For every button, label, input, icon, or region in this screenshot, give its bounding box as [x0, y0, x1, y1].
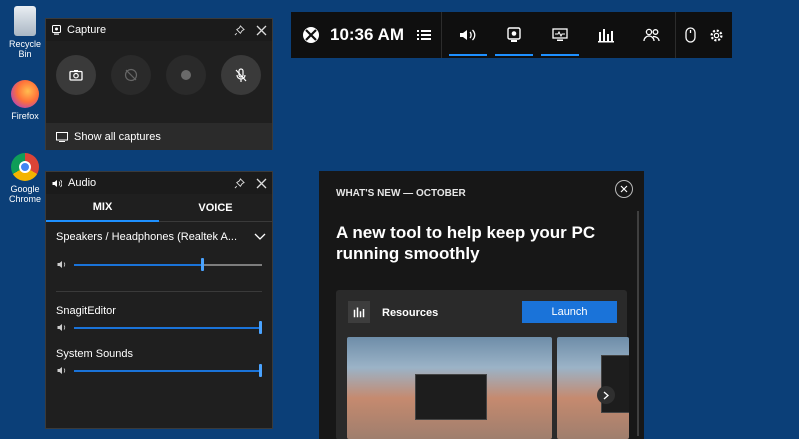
whats-new-close-button[interactable]	[615, 180, 633, 198]
pin-icon	[234, 24, 245, 35]
carousel-next-button[interactable]	[597, 386, 615, 404]
close-icon	[620, 185, 628, 193]
firefox-icon	[11, 80, 39, 108]
tab-voice[interactable]: VOICE	[159, 194, 272, 222]
system-sounds-volume-thumb[interactable]	[259, 364, 262, 377]
screenshot-button[interactable]	[56, 55, 96, 95]
resources-card-title: Resources	[382, 307, 439, 319]
close-icon	[256, 178, 266, 188]
desktop-icon-chrome[interactable]: Google Chrome	[2, 153, 48, 204]
output-device-dropdown[interactable]: Speakers / Headphones (Realtek A...	[56, 228, 266, 246]
speaker-small-icon	[57, 324, 66, 331]
pin-button[interactable]	[228, 172, 250, 194]
recycle-bin-icon	[14, 6, 36, 36]
whats-new-headline: A new tool to help keep your PC running …	[336, 223, 596, 263]
app-name-system-sounds: System Sounds	[56, 348, 134, 360]
whats-new-panel: WHAT'S NEW — OCTOBER A new tool to help …	[319, 171, 644, 439]
people-icon	[643, 28, 660, 42]
close-icon	[256, 25, 266, 35]
close-button[interactable]	[250, 172, 272, 194]
tab-mix-label: MIX	[92, 201, 113, 213]
mic-toggle-button[interactable]	[221, 55, 261, 95]
preview-image-2	[557, 337, 629, 439]
recycle-bin-label: Recycle Bin	[8, 39, 41, 59]
capture-icon	[52, 25, 61, 35]
capture-title: Capture	[67, 24, 107, 36]
pin-button[interactable]	[228, 19, 250, 41]
record-last-button[interactable]	[111, 55, 151, 95]
chrome-label: Google Chrome	[8, 184, 41, 204]
volume-icon	[52, 179, 62, 187]
resources-card-icon-box	[348, 301, 370, 323]
whats-new-scrollbar[interactable]	[637, 211, 639, 436]
mouse-pin-button[interactable]	[677, 12, 703, 58]
gallery-icon	[56, 131, 68, 142]
launch-button-label: Launch	[551, 306, 588, 318]
snagit-volume-fill	[74, 327, 262, 329]
performance-widget-button[interactable]	[539, 12, 581, 58]
audio-widget-button[interactable]	[447, 12, 489, 58]
volume-icon	[460, 29, 476, 41]
tab-mix[interactable]: MIX	[46, 194, 159, 222]
record-dot-icon	[181, 70, 191, 80]
clock: 10:36 AM	[329, 12, 405, 58]
clock-time: 10:36 AM	[329, 25, 404, 44]
show-all-captures-link[interactable]: Show all captures	[46, 123, 272, 150]
xbox-logo-icon	[303, 27, 319, 43]
menu-icon	[417, 30, 431, 40]
chevron-down-icon	[254, 233, 266, 240]
audio-widget: Audio MIX VOICE Speakers / Headphones (R…	[45, 171, 273, 429]
chevron-right-icon	[603, 391, 609, 399]
mic-off-icon	[235, 67, 247, 82]
speaker-small-icon	[57, 367, 66, 374]
speaker-small-icon	[57, 261, 66, 268]
system-sounds-volume-slider[interactable]	[74, 364, 262, 377]
xbox-button[interactable]	[297, 12, 325, 58]
whats-new-kicker: WHAT'S NEW — OCTOBER	[336, 188, 466, 199]
device-volume-slider[interactable]	[74, 258, 262, 271]
resources-icon	[353, 307, 365, 318]
launch-button[interactable]: Launch	[522, 301, 617, 323]
mouse-icon	[684, 27, 696, 43]
device-volume-fill	[74, 264, 202, 266]
app-name-snagit: SnagitEditor	[56, 305, 116, 317]
capture-header: Capture	[46, 19, 272, 41]
resources-icon	[598, 29, 614, 43]
pin-icon	[234, 177, 245, 188]
desktop-icon-firefox[interactable]: Firefox	[2, 80, 48, 121]
device-volume-thumb[interactable]	[200, 258, 204, 271]
chrome-icon	[11, 153, 39, 181]
settings-button[interactable]	[703, 12, 729, 58]
tab-voice-label: VOICE	[198, 201, 233, 214]
social-widget-button[interactable]	[631, 12, 673, 58]
capture-widget: Capture Show all captures	[45, 18, 273, 150]
output-device-label: Speakers / Headphones (Realtek A...	[56, 231, 237, 243]
resources-widget-button[interactable]	[585, 12, 627, 58]
audio-header: Audio	[46, 172, 272, 194]
record-last-disabled-icon	[124, 68, 138, 82]
capture-icon	[507, 27, 521, 42]
snagit-volume-thumb[interactable]	[259, 321, 262, 334]
widget-menu-button[interactable]	[411, 12, 437, 58]
close-button[interactable]	[250, 19, 272, 41]
preview-image-1	[347, 337, 552, 439]
start-recording-button[interactable]	[166, 55, 206, 95]
gear-icon	[710, 29, 722, 41]
firefox-label: Firefox	[11, 111, 39, 121]
show-all-captures-label: Show all captures	[74, 130, 161, 143]
camera-icon	[69, 70, 83, 81]
game-bar: 10:36 AM	[291, 12, 732, 58]
snagit-volume-slider[interactable]	[74, 321, 262, 334]
desktop-icon-recycle-bin[interactable]: Recycle Bin	[2, 6, 48, 59]
system-sounds-volume-fill	[74, 370, 262, 372]
audio-title: Audio	[68, 177, 97, 189]
capture-widget-button[interactable]	[493, 12, 535, 58]
performance-icon	[552, 28, 568, 41]
